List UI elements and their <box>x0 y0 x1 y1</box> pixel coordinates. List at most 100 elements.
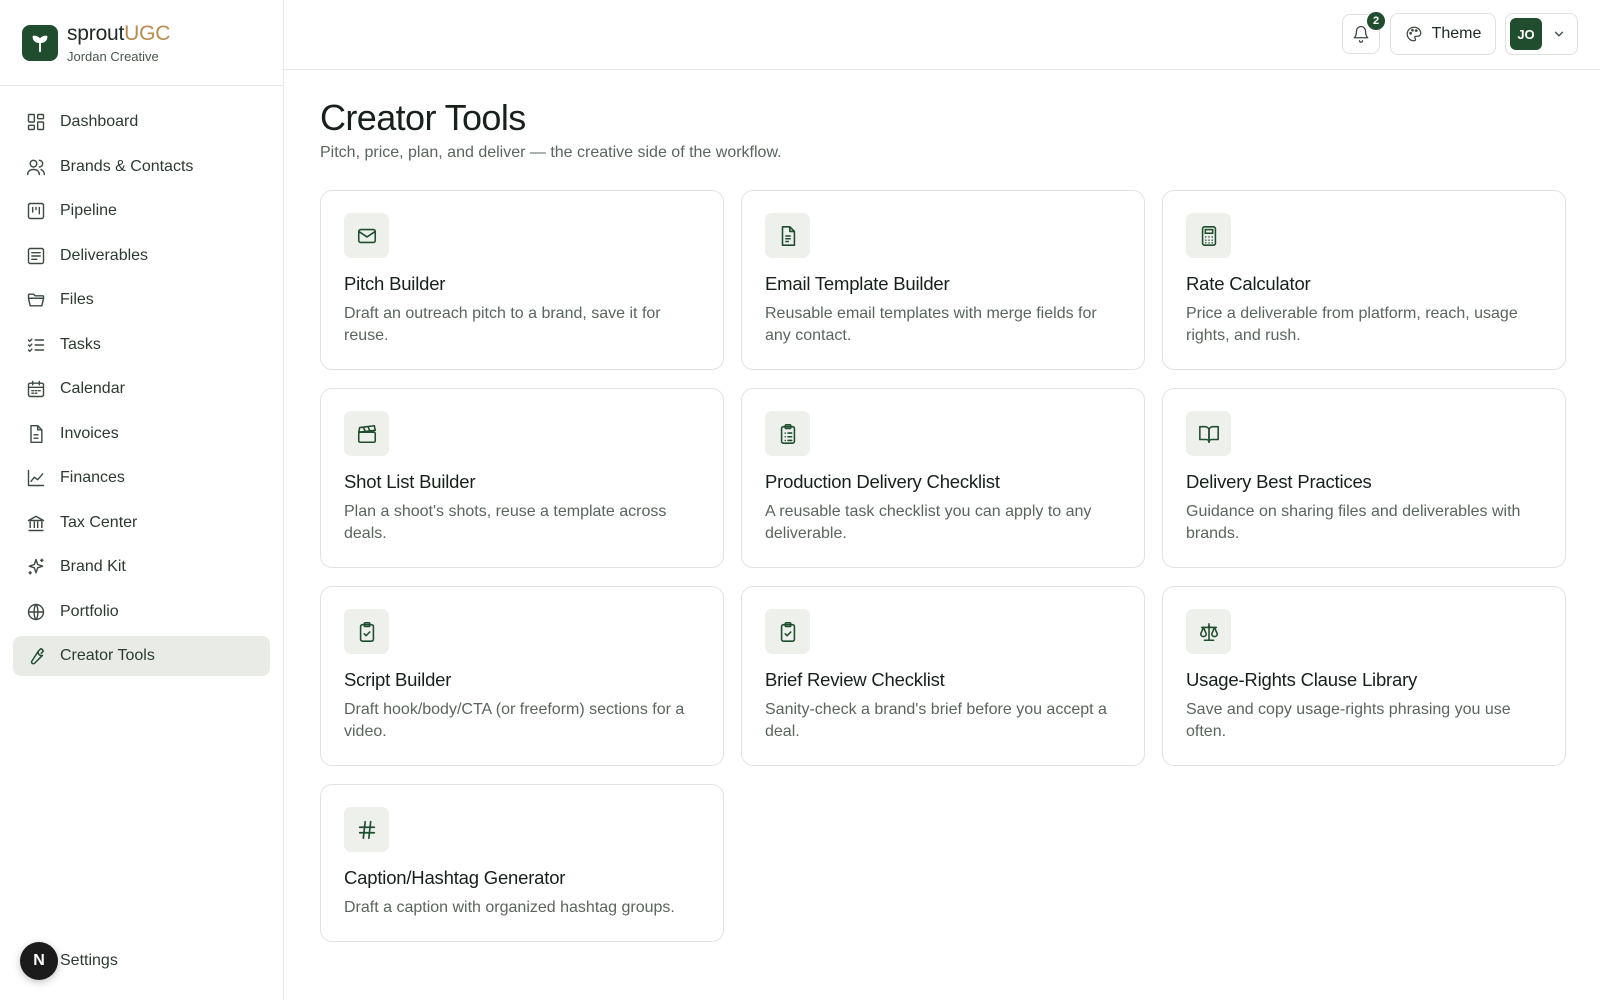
sidebar-item-label: Portfolio <box>60 602 119 620</box>
tool-card-usage-rights-clause-library[interactable]: Usage-Rights Clause Library Save and cop… <box>1162 586 1566 766</box>
sidebar-item-label: Dashboard <box>60 113 139 130</box>
calendar-icon <box>27 380 45 398</box>
tool-card-title: Email Template Builder <box>765 273 950 294</box>
hash-icon <box>358 820 375 839</box>
sidebar-item-brand-kit[interactable]: Brand Kit <box>13 547 270 587</box>
sidebar-item-tax-center[interactable]: Tax Center <box>13 503 270 543</box>
sidebar-item-deliverables[interactable]: Deliverables <box>13 236 270 276</box>
tool-card-delivery-best-practices[interactable]: Delivery Best Practices Guidance on shar… <box>1162 388 1566 568</box>
tool-card-title: Delivery Best Practices <box>1186 471 1372 492</box>
list-icon <box>27 247 45 264</box>
sidebar-item-label: Deliverables <box>60 246 149 264</box>
clapperboard-icon <box>357 424 376 443</box>
card-icon-box <box>1186 213 1231 258</box>
tool-card-desc: Draft hook/body/CTA (or freeform) sectio… <box>344 701 685 740</box>
dashboard-icon <box>27 113 45 131</box>
topbar: 2 Theme JO <box>284 0 1600 70</box>
settings-link[interactable]: N Settings <box>20 942 118 980</box>
brand-name: sproutUGC <box>67 22 170 46</box>
calculator-icon <box>1201 225 1216 246</box>
sidebar-item-label: Calendar <box>60 380 125 397</box>
book-open-icon <box>1198 425 1219 443</box>
tool-card-desc: Sanity-check a brand's brief before you … <box>765 701 1107 740</box>
sidebar-item-label: Tax Center <box>60 513 138 531</box>
tool-card-title: Script Builder <box>344 669 452 690</box>
sidebar-item-creator-tools[interactable]: Creator Tools <box>13 636 270 676</box>
palette-icon <box>1406 26 1421 42</box>
tool-card-desc: Plan a shoot's shots, reuse a template a… <box>344 503 667 542</box>
tool-card-email-template-builder[interactable]: Email Template Builder Reusable email te… <box>741 190 1145 370</box>
tool-card-caption-hashtag-generator[interactable]: Caption/Hashtag Generator Draft a captio… <box>320 784 724 942</box>
brand-name-part2: UGC <box>124 21 171 45</box>
bell-icon <box>1353 25 1369 43</box>
brand-text: sproutUGC Jordan Creative <box>67 22 170 64</box>
sidebar-item-tasks[interactable]: Tasks <box>13 325 270 365</box>
user-avatar: JO <box>1510 18 1542 50</box>
globe-icon <box>27 603 45 620</box>
sidebar-item-invoices[interactable]: Invoices <box>13 414 270 454</box>
tools-grid: Pitch Builder Draft an outreach pitch to… <box>320 190 1566 942</box>
tool-card-desc: Draft a caption with organized hashtag g… <box>344 899 675 916</box>
sidebar: sproutUGC Jordan Creative Dashboard Bran… <box>0 0 284 1000</box>
card-icon-box <box>765 609 810 654</box>
sidebar-item-label: Creator Tools <box>60 647 155 664</box>
card-icon-box <box>344 609 389 654</box>
mail-icon <box>357 228 376 243</box>
clipboard-list-icon <box>780 423 795 444</box>
tool-card-brief-review-checklist[interactable]: Brief Review Checklist Sanity-check a br… <box>741 586 1145 766</box>
sidebar-item-calendar[interactable]: Calendar <box>13 369 270 409</box>
bank-icon <box>27 515 45 531</box>
sidebar-item-label: Files <box>60 291 94 308</box>
tool-card-desc: Price a deliverable from platform, reach… <box>1186 305 1518 344</box>
chevron-down-icon <box>1554 31 1564 37</box>
scale-icon <box>1199 622 1218 641</box>
sidebar-item-portfolio[interactable]: Portfolio <box>13 592 270 632</box>
clipboard-check-icon <box>780 621 795 642</box>
tool-card-desc: Save and copy usage-rights phrasing you … <box>1186 701 1511 740</box>
tool-card-production-delivery-checklist[interactable]: Production Delivery Checklist A reusable… <box>741 388 1145 568</box>
tool-card-shot-list-builder[interactable]: Shot List Builder Plan a shoot's shots, … <box>320 388 724 568</box>
tool-card-title: Caption/Hashtag Generator <box>344 867 566 888</box>
tool-card-script-builder[interactable]: Script Builder Draft hook/body/CTA (or f… <box>320 586 724 766</box>
page-title: Creator Tools <box>320 97 526 138</box>
tool-card-rate-calculator[interactable]: Rate Calculator Price a deliverable from… <box>1162 190 1566 370</box>
file-icon <box>30 424 43 443</box>
notifications-button[interactable]: 2 <box>1342 12 1385 54</box>
sidebar-item-label: Brands & Contacts <box>60 157 194 175</box>
theme-label: Theme <box>1431 25 1482 42</box>
tool-card-pitch-builder[interactable]: Pitch Builder Draft an outreach pitch to… <box>320 190 724 370</box>
sidebar-item-label: Brand Kit <box>60 558 126 575</box>
notification-count-badge: 2 <box>1367 12 1385 30</box>
checklist-icon <box>27 337 45 352</box>
card-icon-box <box>765 213 810 258</box>
sidebar-item-brands-contacts[interactable]: Brands & Contacts <box>13 147 270 187</box>
sidebar-item-label: Invoices <box>60 424 119 442</box>
sidebar-nav: Dashboard Brands & Contacts Pipeline Del… <box>0 86 283 676</box>
workspace-name: Jordan Creative <box>67 48 159 64</box>
tool-card-desc: Reusable email templates with merge fiel… <box>765 305 1097 344</box>
user-menu-button[interactable]: JO <box>1505 13 1578 55</box>
brand-header[interactable]: sproutUGC Jordan Creative <box>0 0 283 86</box>
theme-button[interactable]: Theme <box>1390 13 1496 55</box>
sidebar-item-files[interactable]: Files <box>13 280 270 320</box>
users-icon <box>26 159 46 175</box>
tool-card-desc: Draft an outreach pitch to a brand, save… <box>344 305 661 344</box>
tool-card-title: Shot List Builder <box>344 471 476 492</box>
sidebar-item-finances[interactable]: Finances <box>13 458 270 498</box>
tool-card-title: Brief Review Checklist <box>765 669 945 690</box>
sidebar-item-pipeline[interactable]: Pipeline <box>13 191 270 231</box>
card-icon-box <box>344 807 389 852</box>
page-subtitle: Pitch, price, plan, and deliver — the cr… <box>320 144 782 161</box>
sidebar-item-label: Finances <box>60 469 125 486</box>
settings-avatar[interactable]: N <box>20 942 58 980</box>
tool-card-desc: Guidance on sharing files and deliverabl… <box>1186 503 1521 542</box>
sidebar-item-dashboard[interactable]: Dashboard <box>13 102 270 142</box>
chart-icon <box>27 469 45 487</box>
settings-label: Settings <box>60 952 118 969</box>
kanban-icon <box>27 202 45 220</box>
tool-card-title: Usage-Rights Clause Library <box>1186 669 1418 690</box>
card-icon-box <box>1186 609 1231 654</box>
wrench-icon <box>30 648 44 665</box>
card-icon-box <box>344 411 389 456</box>
tool-card-title: Production Delivery Checklist <box>765 471 1000 492</box>
